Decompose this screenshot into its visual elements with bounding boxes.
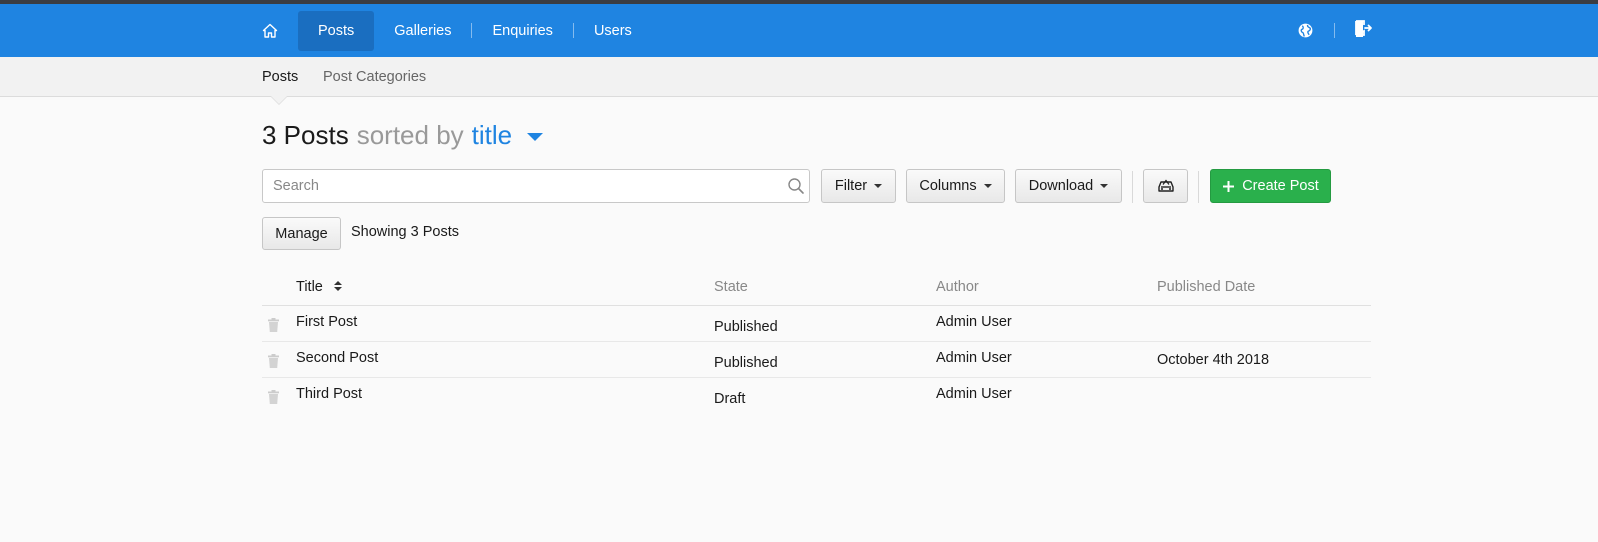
nav-item-posts[interactable]: Posts: [298, 10, 375, 51]
post-published-date: October 4th 2018: [1157, 352, 1270, 368]
post-title[interactable]: First Post: [296, 314, 357, 330]
post-state: Draft: [714, 391, 746, 407]
toolbar-divider: [1198, 171, 1199, 203]
sorted-by-label: sorted by: [356, 120, 464, 150]
trash-icon[interactable]: [268, 390, 279, 404]
post-title[interactable]: Third Post: [296, 386, 362, 402]
table-row: First Post Published Admin User: [262, 306, 1371, 342]
post-state: Published: [714, 355, 778, 371]
chevron-down-icon: [874, 184, 883, 188]
nav-item-galleries[interactable]: Galleries: [374, 11, 471, 51]
subnav-item-posts[interactable]: Posts: [262, 69, 298, 85]
sort-dropdown-caret-icon[interactable]: [527, 132, 544, 141]
trash-icon[interactable]: [268, 354, 279, 368]
post-author: Admin User: [936, 314, 1012, 330]
posts-table: Title State Author Published Date First …: [262, 270, 1371, 414]
sign-out-icon[interactable]: [1353, 19, 1373, 39]
plus-icon: [1223, 180, 1235, 192]
nav-item-users[interactable]: Users: [574, 11, 652, 51]
nav-primary: Posts Galleries Enquiries Users: [262, 4, 652, 57]
globe-icon[interactable]: [1297, 22, 1314, 39]
toggle-width-button[interactable]: [1143, 169, 1188, 203]
create-post-button[interactable]: Create Post: [1210, 169, 1331, 203]
column-header-title[interactable]: Title: [296, 279, 323, 295]
nav-item-enquiries[interactable]: Enquiries: [472, 11, 572, 51]
home-link[interactable]: [262, 4, 298, 57]
download-button[interactable]: Download: [1015, 169, 1122, 203]
subnav-item-post-categories[interactable]: Post Categories: [323, 69, 426, 85]
column-header-state[interactable]: State: [714, 279, 748, 295]
manage-button-label: Manage: [275, 225, 328, 242]
sub-navbar: Posts Post Categories: [0, 57, 1598, 97]
toolbar-divider: [1132, 171, 1133, 203]
car-icon: [1157, 179, 1174, 192]
table-row: Third Post Draft Admin User: [262, 378, 1371, 414]
item-count: 3 Posts: [262, 120, 349, 150]
columns-button-label: Columns: [919, 178, 977, 194]
table-header: Title State Author Published Date: [262, 270, 1371, 306]
top-navbar: Posts Galleries Enquiries Users: [0, 4, 1598, 57]
home-icon: [262, 23, 278, 38]
search-icon: [788, 178, 804, 194]
sort-field-selector[interactable]: title: [472, 120, 512, 151]
active-tab-indicator-fill: [271, 96, 287, 104]
filter-button-label: Filter: [834, 178, 868, 194]
create-post-label: Create Post: [1242, 178, 1319, 194]
post-author: Admin User: [936, 350, 1012, 366]
download-button-label: Download: [1028, 178, 1094, 194]
page-title: 3 Posts sorted by title: [262, 120, 544, 151]
post-author: Admin User: [936, 386, 1012, 402]
columns-button[interactable]: Columns: [906, 169, 1005, 203]
column-header-author[interactable]: Author: [936, 279, 979, 295]
post-title[interactable]: Second Post: [296, 350, 378, 366]
manage-button[interactable]: Manage: [262, 217, 341, 250]
chevron-down-icon: [1100, 184, 1109, 188]
table-row: Second Post Published Admin User October…: [262, 342, 1371, 378]
sort-icon[interactable]: [334, 280, 342, 292]
nav-divider: [1334, 23, 1335, 38]
column-header-published-date[interactable]: Published Date: [1157, 279, 1255, 295]
results-summary: Showing 3 Posts: [351, 224, 460, 240]
chevron-down-icon: [983, 184, 992, 188]
filter-button[interactable]: Filter: [821, 169, 896, 203]
post-state: Published: [714, 319, 778, 335]
search-input[interactable]: [262, 169, 810, 203]
trash-icon[interactable]: [268, 318, 279, 332]
